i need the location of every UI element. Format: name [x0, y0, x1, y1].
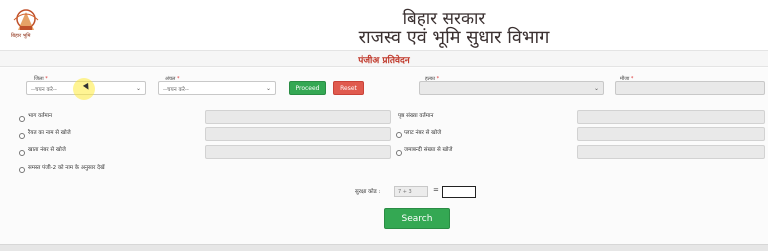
- current-part-field[interactable]: [205, 110, 391, 124]
- proceed-button[interactable]: Proceed: [289, 81, 326, 95]
- search-button[interactable]: Search: [384, 208, 450, 229]
- page: बिहार भूमि बिहार सरकार राजस्व एवं भूमि स…: [0, 0, 768, 251]
- radio-khata-number[interactable]: [19, 150, 25, 156]
- option-label: प्लाट नंबर से खोजे: [404, 130, 442, 136]
- radio-plot-number[interactable]: [396, 132, 402, 138]
- halka-select[interactable]: ⌄: [419, 81, 604, 95]
- option-label: रैयत का नाम से खोजे: [28, 130, 71, 136]
- radio-all-register[interactable]: [19, 167, 25, 173]
- chevron-down-icon: ⌄: [265, 85, 271, 92]
- report-form: जिला * --चयन करे-- ⌄ अंचल * --चयन करे-- …: [0, 68, 768, 244]
- radio-current-part[interactable]: [19, 116, 25, 122]
- chevron-down-icon: ⌄: [135, 85, 141, 92]
- radio-jamabandi-number[interactable]: [396, 150, 402, 156]
- reset-button[interactable]: Reset: [333, 81, 364, 95]
- jamabandi-number-field[interactable]: [577, 145, 765, 159]
- captcha-expression: 7 + 3: [394, 186, 428, 197]
- option-label: खाता नंबर से खोजे: [28, 147, 66, 153]
- department-title: राजस्व एवं भूमि सुधार विभाग: [358, 27, 550, 48]
- bottom-bar: [0, 244, 768, 251]
- circle-select[interactable]: --चयन करे-- ⌄: [158, 81, 276, 95]
- plot-number-field[interactable]: [577, 127, 765, 141]
- page-number-field[interactable]: [577, 110, 765, 124]
- captcha-label: सुरक्षा कोड :: [355, 189, 381, 195]
- option-label: समस्त पंजी-2 को नाम के अनुसार देखें: [28, 165, 105, 171]
- raiyat-name-field[interactable]: [205, 127, 391, 141]
- khata-number-field[interactable]: [205, 145, 391, 159]
- page-title: पंजीअ प्रतिवेदन: [358, 56, 410, 66]
- page-title-band: पंजीअ प्रतिवेदन: [0, 50, 768, 67]
- captcha-equals: =: [433, 186, 439, 194]
- option-label: भाग वर्तमान: [28, 113, 53, 119]
- header: बिहार भूमि बिहार सरकार राजस्व एवं भूमि स…: [0, 0, 768, 50]
- mauja-select[interactable]: [615, 81, 765, 95]
- chevron-down-icon: ⌄: [593, 85, 599, 92]
- option-label: जमाबन्दी संख्या से खोजे: [404, 147, 453, 153]
- captcha-input[interactable]: [442, 186, 476, 198]
- option-label: पृष्ठ संख्या वर्तमान: [398, 113, 434, 119]
- radio-raiyat-name[interactable]: [19, 133, 25, 139]
